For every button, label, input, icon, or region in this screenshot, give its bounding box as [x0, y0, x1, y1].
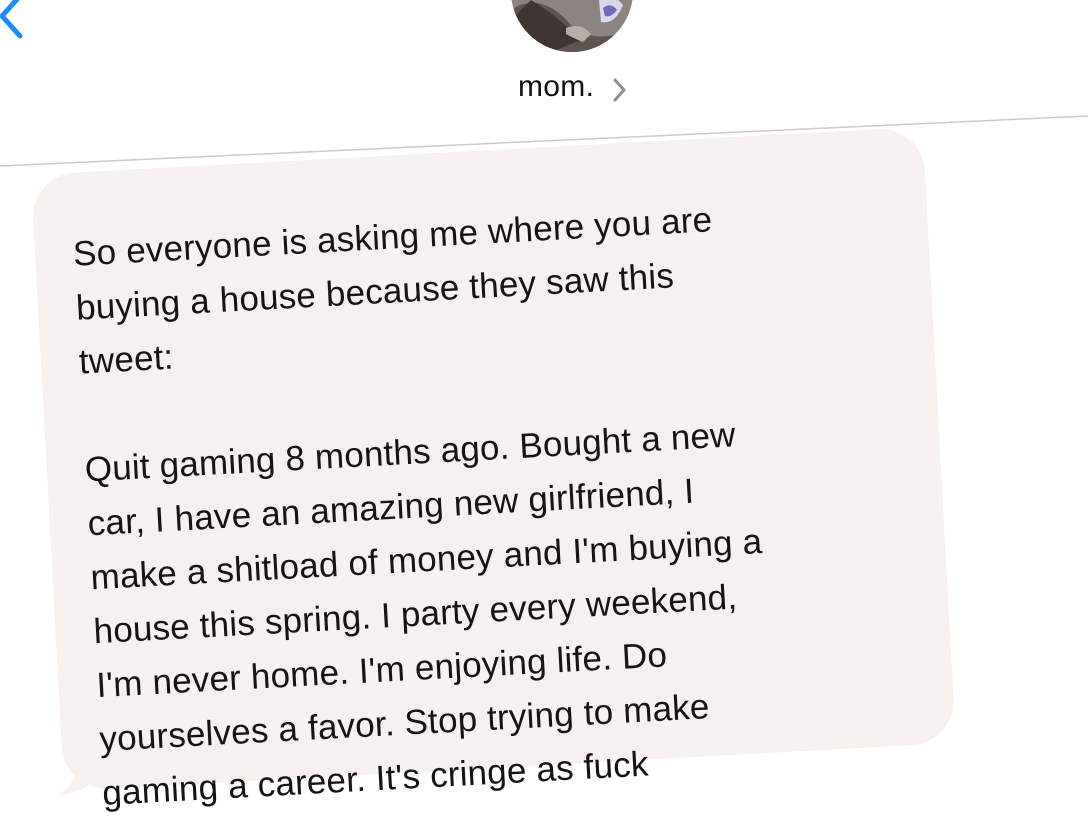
messages-screen: mom. So everyone is asking me where you … [0, 0, 1088, 820]
message-row: So everyone is asking me where you are b… [30, 110, 989, 819]
message-text: So everyone is asking me where you are b… [72, 200, 764, 813]
incoming-message-bubble[interactable]: So everyone is asking me where you are b… [30, 126, 956, 813]
